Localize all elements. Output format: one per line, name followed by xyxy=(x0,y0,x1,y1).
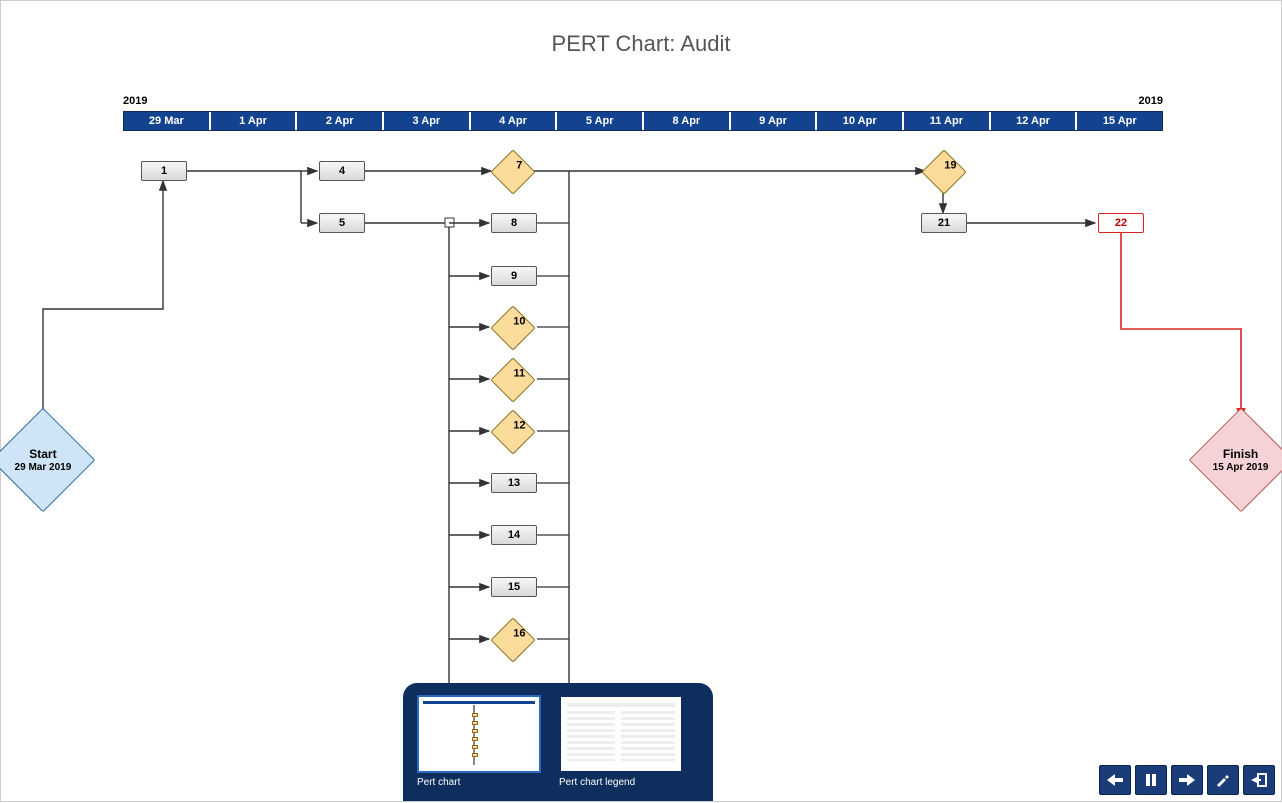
thumbnail-label: Pert chart legend xyxy=(559,777,683,788)
milestone-node[interactable]: 12 xyxy=(497,416,529,448)
thumbnail-pert-legend[interactable]: Pert chart legend xyxy=(559,695,683,795)
critical-task-node[interactable]: 22 xyxy=(1098,213,1144,233)
milestone-node[interactable]: 10 xyxy=(497,312,529,344)
milestone-node[interactable]: 16 xyxy=(497,624,529,656)
finish-label: Finish xyxy=(1223,447,1258,461)
start-date: 29 Mar 2019 xyxy=(15,462,72,473)
settings-button[interactable] xyxy=(1207,765,1239,795)
task-node[interactable]: 15 xyxy=(491,577,537,597)
pause-button[interactable] xyxy=(1135,765,1167,795)
task-node[interactable]: 8 xyxy=(491,213,537,233)
task-node[interactable]: 13 xyxy=(491,473,537,493)
milestone-node[interactable]: 7 xyxy=(497,156,529,188)
milestone-node[interactable]: 11 xyxy=(497,364,529,396)
task-node[interactable]: 5 xyxy=(319,213,365,233)
task-node[interactable]: 21 xyxy=(921,213,967,233)
thumbnail-label: Pert chart xyxy=(417,777,541,788)
task-node[interactable]: 4 xyxy=(319,161,365,181)
start-label: Start xyxy=(29,447,56,461)
task-node[interactable]: 9 xyxy=(491,266,537,286)
task-node[interactable]: 14 xyxy=(491,525,537,545)
next-button[interactable] xyxy=(1171,765,1203,795)
thumbnail-pert-chart[interactable]: Pert chart xyxy=(417,695,541,795)
milestone-node[interactable]: 19 xyxy=(928,156,960,188)
nav-toolbar xyxy=(1099,765,1275,795)
prev-button[interactable] xyxy=(1099,765,1131,795)
finish-date: 15 Apr 2019 xyxy=(1213,462,1269,473)
exit-button[interactable] xyxy=(1243,765,1275,795)
finish-node[interactable]: Finish15 Apr 2019 xyxy=(1204,423,1278,497)
start-node[interactable]: Start29 Mar 2019 xyxy=(6,423,80,497)
task-node[interactable]: 1 xyxy=(141,161,187,181)
view-switcher-panel: Pert chart Pert chart legend xyxy=(403,683,713,801)
